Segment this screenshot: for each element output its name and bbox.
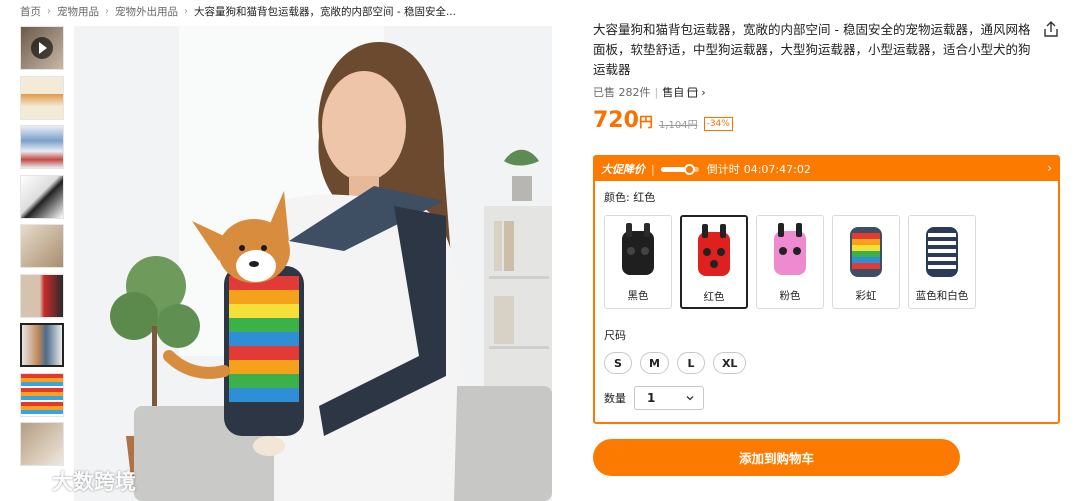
size-option-xl[interactable]: XL bbox=[712, 352, 747, 374]
color-label: 颜色: 红色 bbox=[604, 191, 656, 204]
add-to-cart-button[interactable]: 添加到购物车 bbox=[593, 439, 960, 476]
chevron-right-icon[interactable]: › bbox=[1047, 161, 1052, 175]
breadcrumb-pet-travel[interactable]: 宠物外出用品 bbox=[115, 4, 178, 19]
watermark: 大数跨境 bbox=[8, 466, 136, 496]
thumbnail-image[interactable] bbox=[20, 75, 64, 120]
quantity-label: 数量 bbox=[604, 392, 626, 405]
breadcrumb-home[interactable]: 首页 bbox=[20, 4, 41, 19]
color-option-rainbow[interactable]: 彩虹 bbox=[832, 215, 900, 309]
play-icon bbox=[31, 37, 53, 59]
blue-white-carrier-image bbox=[909, 216, 975, 286]
color-name: 蓝色和白色 bbox=[915, 290, 969, 302]
divider: | bbox=[651, 162, 655, 176]
price-row: 720円 1,104円 -34% bbox=[593, 108, 1063, 136]
clock-icon bbox=[683, 163, 695, 175]
product-title: 大容量狗和猫背包运载器，宽敞的内部空间 - 稳固安全的宠物运载器，通风网格面板，… bbox=[593, 22, 1031, 77]
size-label: 尺码 bbox=[604, 329, 626, 342]
self-operated-label: 售自 bbox=[662, 86, 685, 99]
thumbnail-image[interactable] bbox=[20, 125, 64, 169]
price-unit: 円 bbox=[638, 115, 653, 131]
thumbnail-video[interactable] bbox=[20, 26, 64, 70]
chevron-right-icon: › bbox=[701, 85, 706, 99]
product-info: 大容量狗和猫背包运载器，宽敞的内部空间 - 稳固安全的宠物运载器，通风网格面板，… bbox=[593, 20, 1063, 476]
self-operated-link[interactable]: 售自 › bbox=[662, 84, 705, 100]
countdown-timer: 04:07:47:02 bbox=[743, 162, 811, 176]
countdown-label: 倒计时 bbox=[706, 163, 740, 176]
color-name: 黑色 bbox=[627, 290, 649, 302]
quantity-value: 1 bbox=[647, 391, 656, 405]
thumbnail-image[interactable] bbox=[20, 174, 64, 219]
discount-badge: -34% bbox=[703, 117, 733, 131]
breadcrumb-current: 大容量狗和猫背包运载器，宽敞的内部空间 - 稳固安全... bbox=[194, 5, 456, 18]
promo-box: 大促降价 | 倒计时 04:07:47:02 › 颜色: 红色 黑色 红色 粉色… bbox=[593, 155, 1060, 424]
color-option-black[interactable]: 黑色 bbox=[604, 215, 672, 309]
main-product-image[interactable] bbox=[74, 26, 552, 501]
chevron-right-icon: › bbox=[47, 5, 51, 17]
pink-carrier-image bbox=[757, 216, 823, 286]
sold-count: 已售 282件 bbox=[593, 86, 651, 99]
thumbnail-image[interactable] bbox=[20, 372, 64, 417]
store-icon bbox=[687, 87, 698, 97]
red-carrier-image bbox=[682, 217, 746, 287]
breadcrumb-pet-supplies[interactable]: 宠物用品 bbox=[57, 4, 99, 19]
size-option-s[interactable]: S bbox=[604, 352, 632, 374]
thumbnail-image-selected[interactable] bbox=[20, 323, 64, 367]
share-icon[interactable] bbox=[1041, 20, 1061, 40]
thumbnail-image[interactable] bbox=[20, 224, 64, 268]
color-options: 黑色 红色 粉色 彩虹 蓝色和白色 bbox=[604, 215, 1058, 309]
divider: | bbox=[654, 85, 659, 99]
price-value: 720 bbox=[593, 108, 639, 133]
thumbnail-image[interactable] bbox=[20, 422, 64, 466]
color-option-red[interactable]: 红色 bbox=[680, 215, 748, 309]
promo-bar[interactable]: 大促降价 | 倒计时 04:07:47:02 › bbox=[595, 157, 1058, 181]
color-option-blue-white[interactable]: 蓝色和白色 bbox=[908, 215, 976, 309]
quantity-select[interactable]: 1 bbox=[634, 386, 704, 410]
color-option-pink[interactable]: 粉色 bbox=[756, 215, 824, 309]
original-price: 1,104円 bbox=[658, 120, 698, 131]
size-option-m[interactable]: M bbox=[640, 352, 669, 374]
promo-label: 大促降价 bbox=[601, 163, 645, 176]
promo-progress bbox=[660, 163, 699, 175]
thumbnail-image[interactable] bbox=[20, 273, 64, 318]
chevron-down-icon bbox=[686, 396, 694, 401]
color-name: 粉色 bbox=[779, 290, 801, 302]
chevron-right-icon: › bbox=[105, 5, 109, 17]
rainbow-carrier-image bbox=[833, 216, 899, 286]
color-name: 红色 bbox=[703, 291, 725, 303]
size-option-l[interactable]: L bbox=[676, 352, 705, 374]
current-price: 720円 bbox=[593, 108, 653, 136]
color-name: 彩虹 bbox=[855, 290, 877, 302]
thumbnail-list bbox=[20, 26, 66, 472]
chevron-right-icon: › bbox=[184, 5, 188, 17]
quantity-row: 数量 1 bbox=[604, 386, 1058, 410]
watermark-text: 大数跨境 bbox=[52, 470, 136, 494]
watermark-logo-icon bbox=[10, 472, 46, 491]
black-carrier-image bbox=[605, 216, 671, 286]
sales-row: 已售 282件 | 售自 › bbox=[593, 84, 1063, 100]
breadcrumb: 首页 › 宠物用品 › 宠物外出用品 › 大容量狗和猫背包运载器，宽敞的内部空间… bbox=[20, 2, 456, 20]
size-options: S M L XL bbox=[604, 352, 1058, 374]
